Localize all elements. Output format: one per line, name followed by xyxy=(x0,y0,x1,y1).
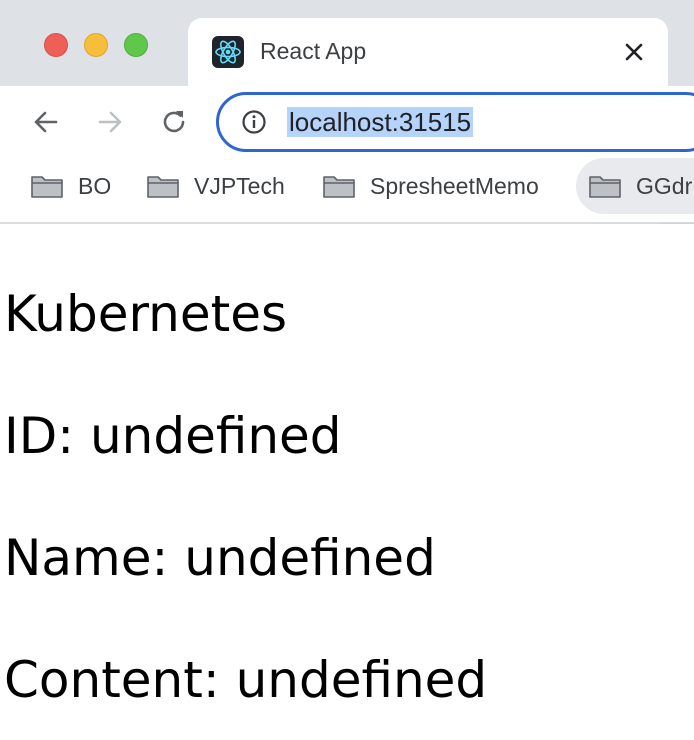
page-content: Kubernetes ID: undefined Name: undefined… xyxy=(4,224,694,740)
bookmark-spresheetmemo[interactable]: SpresheetMemo xyxy=(322,158,539,214)
back-arrow-icon[interactable] xyxy=(30,106,62,138)
tab-strip: React App xyxy=(0,0,694,86)
reload-icon[interactable] xyxy=(158,106,190,138)
bookmark-bo[interactable]: BO xyxy=(30,158,111,214)
zoom-window-button[interactable] xyxy=(124,33,148,57)
bookmarks-bar: BO VJPTech SpresheetMemo GGdr xyxy=(0,156,694,224)
folder-icon xyxy=(323,176,355,198)
close-window-button[interactable] xyxy=(44,33,68,57)
folder-icon xyxy=(31,176,63,198)
toolbar: localhost:31515 xyxy=(0,86,694,156)
close-tab-icon[interactable] xyxy=(622,40,646,64)
folder-icon xyxy=(589,176,621,198)
page-heading: Kubernetes xyxy=(4,285,288,343)
content-text: Content: undefined xyxy=(4,651,488,709)
bookmark-vjptech[interactable]: VJPTech xyxy=(146,158,285,214)
tab-title: React App xyxy=(260,38,367,64)
bookmark-ggdr[interactable]: GGdr xyxy=(576,158,694,214)
bookmark-label: BO xyxy=(78,172,112,199)
tab-react-app[interactable]: React App xyxy=(188,18,668,86)
id-text: ID: undefined xyxy=(4,407,342,465)
browser-window: React App localhost:31515 BO VJPTech Spr… xyxy=(0,0,694,740)
bookmark-label: SpresheetMemo xyxy=(370,172,539,199)
forward-arrow-icon[interactable] xyxy=(94,106,126,138)
bookmark-label: GGdr xyxy=(636,172,693,199)
url-text[interactable]: localhost:31515 xyxy=(287,107,474,137)
address-bar[interactable]: localhost:31515 xyxy=(216,92,694,152)
info-icon[interactable] xyxy=(241,109,267,135)
minimize-window-button[interactable] xyxy=(84,33,108,57)
bookmark-label: VJPTech xyxy=(194,172,285,199)
react-logo-icon xyxy=(212,36,244,68)
folder-icon xyxy=(147,176,179,198)
name-text: Name: undefined xyxy=(4,529,436,587)
